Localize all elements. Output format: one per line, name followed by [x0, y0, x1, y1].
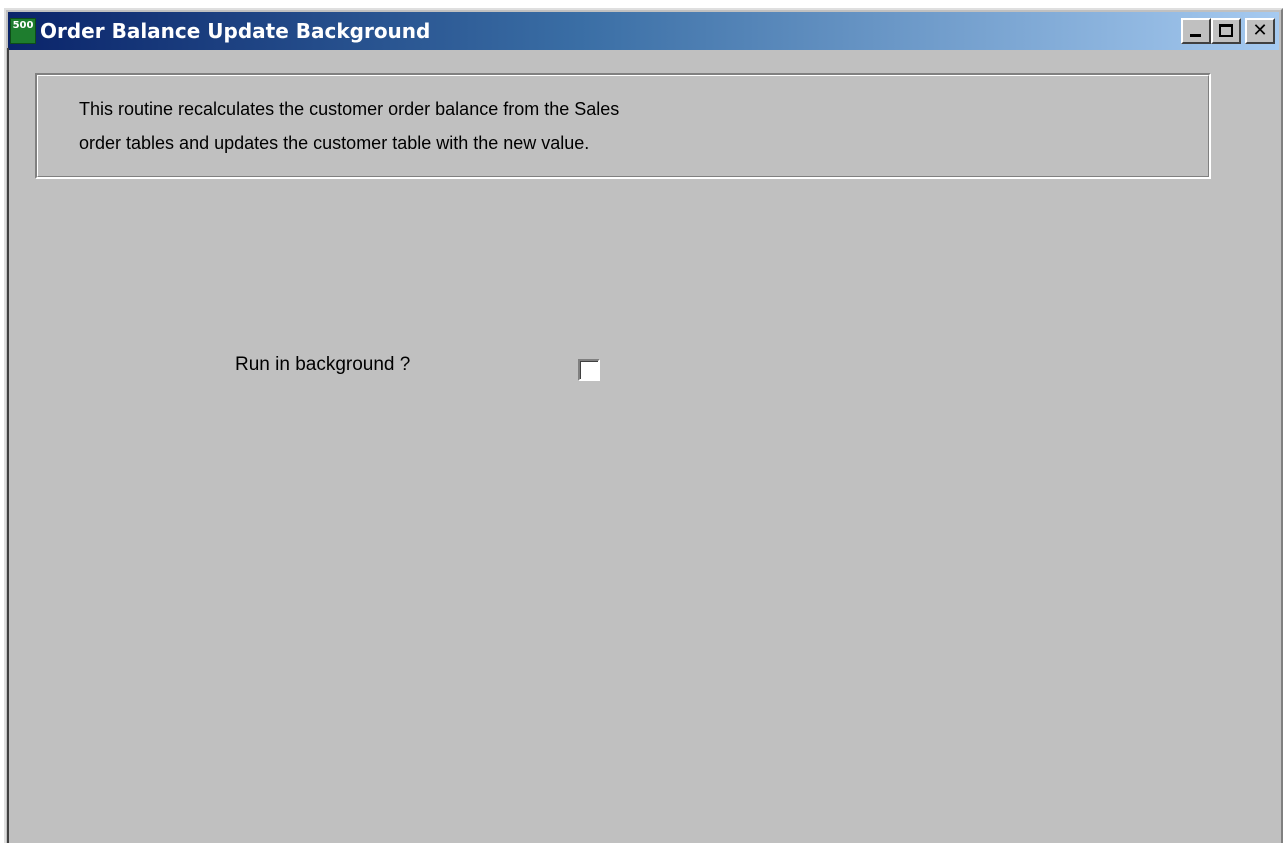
description-line-2: order tables and updates the customer ta…: [79, 133, 590, 153]
description-line-1: This routine recalculates the customer o…: [79, 99, 620, 119]
window-left-edge: [7, 48, 9, 843]
description-panel-inner: [37, 75, 1209, 177]
title-bar[interactable]: 500 Order Balance Update Background ✕: [8, 12, 1279, 50]
app-icon-text: 500: [12, 20, 34, 31]
window-controls: ✕: [1181, 18, 1275, 44]
minimize-button[interactable]: [1181, 18, 1211, 44]
close-icon: ✕: [1252, 20, 1268, 41]
description-panel: This routine recalculates the customer o…: [35, 73, 1211, 179]
main-window: 500 Order Balance Update Background ✕ Th…: [4, 8, 1283, 843]
maximize-icon: [1219, 24, 1233, 37]
minimize-icon: [1190, 34, 1201, 37]
window-title: Order Balance Update Background: [40, 19, 431, 43]
maximize-button[interactable]: [1211, 18, 1241, 44]
run-in-background-label: Run in background ?: [235, 354, 411, 375]
app-500-icon[interactable]: 500: [10, 18, 36, 44]
run-in-background-checkbox[interactable]: [578, 359, 600, 381]
close-button[interactable]: ✕: [1245, 18, 1275, 44]
